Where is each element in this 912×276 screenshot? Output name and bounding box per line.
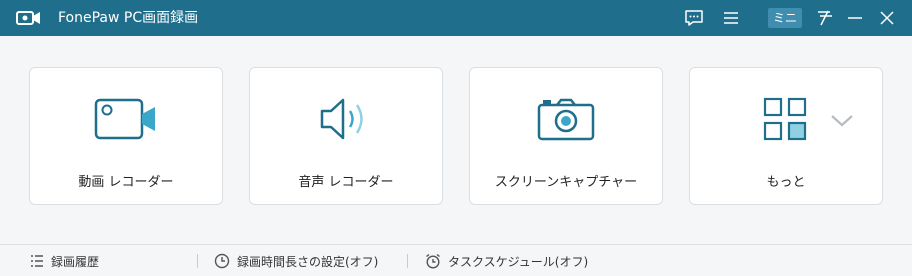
- list-icon: [31, 255, 43, 267]
- bottom-bar-label: 録画時間長さの設定(オフ): [237, 254, 379, 269]
- video-recorder-card[interactable]: 動画 レコーダー: [29, 67, 223, 205]
- minimize-icon[interactable]: [844, 6, 866, 30]
- speaker-icon: [250, 96, 442, 146]
- card-label: もっと: [766, 175, 806, 190]
- divider: [407, 254, 408, 268]
- card-label: 動画 レコーダー: [78, 175, 174, 190]
- card-label: スクリーンキャプチャー: [494, 175, 638, 190]
- camera-logo-icon: [16, 9, 42, 27]
- mini-mode-button[interactable]: ミニ: [768, 8, 802, 28]
- close-icon[interactable]: [876, 6, 898, 30]
- pin-icon[interactable]: [814, 6, 836, 30]
- chevron-down-icon[interactable]: [830, 113, 854, 132]
- app-title: FonePaw PC画面録画: [58, 10, 199, 26]
- recording-length-setting-button[interactable]: 録画時間長さの設定(オフ): [214, 251, 378, 271]
- alarm-clock-icon: [426, 253, 440, 269]
- divider: [197, 254, 198, 268]
- audio-recorder-card[interactable]: 音声 レコーダー: [249, 67, 443, 205]
- feedback-icon[interactable]: [682, 6, 706, 30]
- recording-history-button[interactable]: 録画履歴: [30, 251, 99, 271]
- menu-icon[interactable]: [720, 6, 742, 30]
- more-card[interactable]: もっと: [689, 67, 883, 205]
- task-schedule-button[interactable]: タスクスケジュール(オフ): [425, 251, 588, 271]
- bottom-bar-label: 録画履歴: [51, 254, 100, 269]
- screen-capture-card[interactable]: スクリーンキャプチャー: [469, 67, 663, 205]
- bottom-bar: 録画履歴 録画時間長さの設定(オフ) タスクスケジュール(オフ): [0, 244, 912, 276]
- clock-icon: [214, 253, 230, 269]
- bottom-bar-label: タスクスケジュール(オフ): [448, 254, 589, 269]
- video-camera-icon: [30, 96, 222, 146]
- camera-icon: [470, 96, 662, 146]
- card-label: 音声 レコーダー: [298, 175, 394, 190]
- title-bar: FonePaw PC画面録画 ミニ: [0, 0, 912, 36]
